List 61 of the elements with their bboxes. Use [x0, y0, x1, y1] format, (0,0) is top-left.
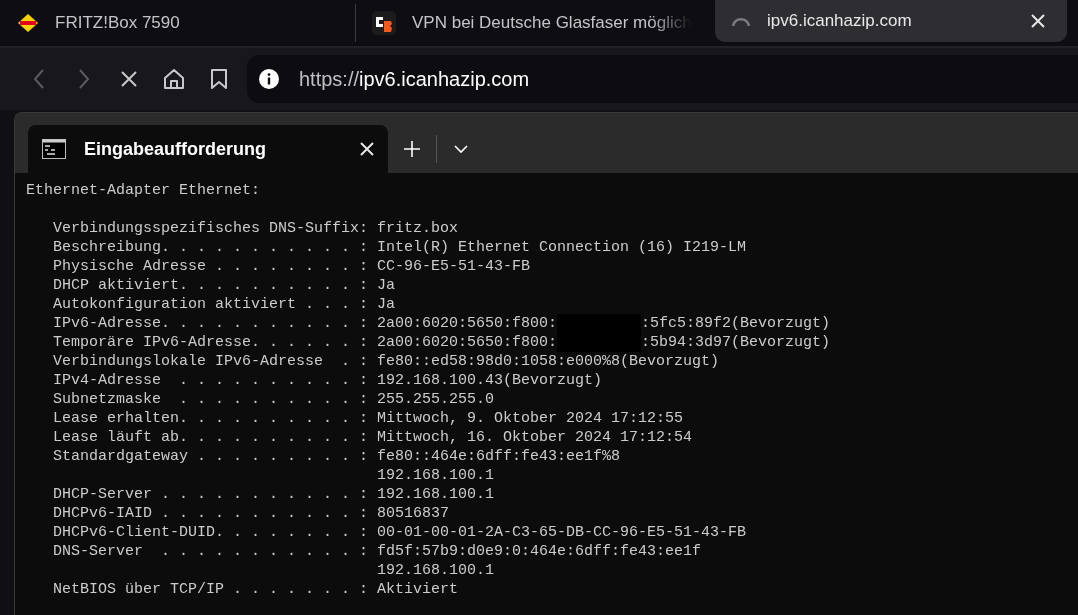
- close-tab-button[interactable]: [360, 142, 374, 156]
- field-label: DHCP aktiviert. . . . . . . . . . :: [53, 276, 370, 295]
- stop-icon: [119, 70, 138, 88]
- field-label: Verbindungsspezifisches DNS-Suffix:: [53, 219, 370, 238]
- browser-tab[interactable]: FRITZ!Box 7590: [17, 4, 355, 42]
- close-tab-button[interactable]: [1031, 14, 1045, 28]
- home-icon: [162, 68, 185, 90]
- field-value: CC-96-E5-51-43-FB: [377, 257, 531, 276]
- field-value: Mittwoch, 9. Oktober 2024 17:12:55: [377, 409, 684, 428]
- plus-icon: [403, 140, 421, 158]
- bookmark-icon: [209, 68, 228, 90]
- field-value: 192.168.100.43(Bevorzugt): [377, 371, 603, 390]
- address-bar[interactable]: https://ipv6.icanhazip.com: [247, 55, 1078, 103]
- field-value: 2a00:6020:5650:f800:: [377, 314, 558, 333]
- field-value: fe80::464e:6dff:fe43:ee1f%8: [377, 447, 621, 466]
- terminal-tab[interactable]: Eingabeaufforderung: [28, 125, 388, 173]
- field-value: :5b94:3d97(Bevorzugt): [641, 333, 831, 352]
- field-value: fritz.box: [377, 219, 458, 238]
- field-value: 255.255.255.0: [377, 390, 495, 409]
- loading-spinner-icon: [731, 16, 751, 26]
- back-icon: [31, 68, 46, 90]
- forward-icon: [76, 68, 91, 90]
- field-label: DNS-Server . . . . . . . . . . . :: [53, 542, 370, 561]
- field-label: NetBIOS über TCP/IP . . . . . . . :: [53, 580, 370, 599]
- field-value: Aktiviert: [377, 580, 458, 599]
- field-value: 192.168.100.1: [377, 485, 495, 504]
- browser-tab[interactable]: ipv6.icanhazip.com: [715, 0, 1067, 42]
- field-value: 2a00:6020:5650:f800:: [377, 333, 558, 352]
- field-label: IPv6-Adresse. . . . . . . . . . . :: [53, 314, 370, 333]
- field-value: 192.168.100.1: [377, 561, 495, 580]
- field-label: Physische Adresse . . . . . . . . :: [53, 257, 370, 276]
- info-icon: [259, 69, 279, 89]
- console-icon: [42, 139, 66, 159]
- close-icon: [360, 142, 374, 156]
- field-label: IPv4-Adresse . . . . . . . . . . :: [53, 371, 370, 390]
- field-value: 192.168.100.1: [377, 466, 495, 485]
- field-value: Ja: [377, 295, 395, 314]
- field-label: DHCP-Server . . . . . . . . . . . :: [53, 485, 370, 504]
- field-value: fd5f:57b9:d0e9:0:464e:6dff:fe43:ee1f: [377, 542, 702, 561]
- field-value: Ja: [377, 276, 395, 295]
- field-label: Beschreibung. . . . . . . . . . . :: [53, 238, 370, 257]
- field-label: DHCPv6-IAID . . . . . . . . . . . :: [53, 504, 370, 523]
- field-label: DHCPv6-Client-DUID. . . . . . . . :: [53, 523, 370, 542]
- field-label: Verbindungslokale IPv6-Adresse . :: [53, 352, 370, 371]
- field-value: :5fc5:89f2(Bevorzugt): [641, 314, 831, 333]
- chevron-down-icon: [454, 144, 468, 154]
- field-label: Standardgateway . . . . . . . . . :: [53, 447, 370, 466]
- square-logo-icon: [372, 11, 396, 35]
- field-label: Subnetzmaske . . . . . . . . . . :: [53, 390, 370, 409]
- field-value: 00-01-00-01-2A-C3-65-DB-CC-96-E5-51-43-FB: [377, 523, 747, 542]
- field-label: Lease erhalten. . . . . . . . . . :: [53, 409, 370, 428]
- field-label: Autokonfiguration aktiviert . . . :: [53, 295, 370, 314]
- field-label: Temporäre IPv6-Adresse. . . . . . :: [53, 333, 370, 352]
- field-label: Lease läuft ab. . . . . . . . . . :: [53, 428, 370, 447]
- field-value: fe80::ed58:98d0:1058:e000%8(Bevorzugt): [377, 352, 720, 371]
- field-value: Intel(R) Ethernet Connection (16) I219-LM: [377, 238, 747, 257]
- field-value: 80516837: [377, 504, 449, 523]
- field-value: Mittwoch, 16. Oktober 2024 17:12:54: [377, 428, 693, 447]
- diamond-logo-icon: [17, 13, 39, 33]
- close-icon: [1031, 14, 1045, 28]
- terminal-heading: Ethernet-Adapter Ethernet:: [26, 181, 261, 200]
